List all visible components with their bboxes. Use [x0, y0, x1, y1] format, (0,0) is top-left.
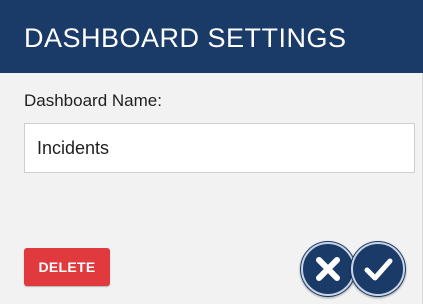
- dialog-title: DASHBOARD SETTINGS: [24, 23, 347, 53]
- delete-button[interactable]: DELETE: [24, 248, 110, 286]
- checkmark-icon: [351, 242, 405, 296]
- dashboard-name-label: Dashboard Name:: [24, 91, 162, 110]
- confirm-button[interactable]: [350, 241, 406, 297]
- cancel-button[interactable]: [300, 241, 356, 297]
- dialog-header: DASHBOARD SETTINGS: [0, 0, 423, 73]
- close-icon: [301, 242, 355, 296]
- dashboard-name-input[interactable]: [24, 123, 415, 173]
- dashboard-settings-dialog: DASHBOARD SETTINGS Dashboard Name: DELET…: [0, 0, 423, 304]
